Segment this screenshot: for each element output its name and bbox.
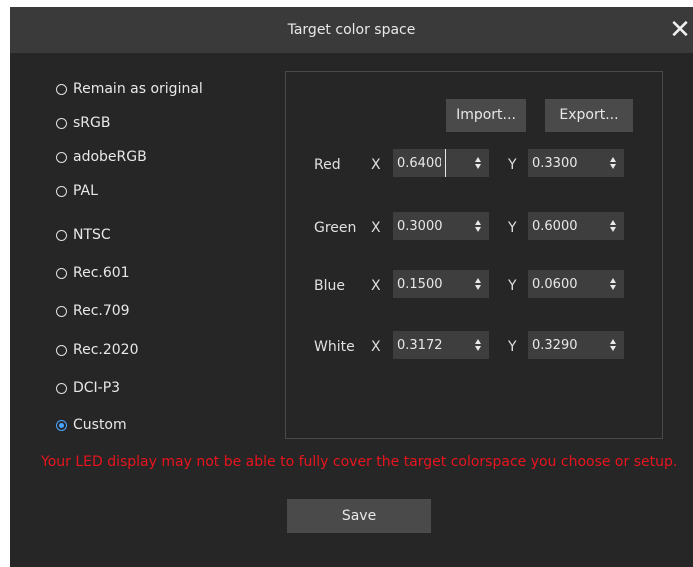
blue-x-input[interactable] [393,270,463,298]
radio-icon [56,117,67,129]
axis-label-x: X [371,339,381,355]
axis-label-x: X [371,278,381,294]
option-pal[interactable]: PAL [56,179,98,203]
white-y-spinbox[interactable] [528,331,624,359]
option-label: Rec.709 [73,303,130,319]
option-remain-as-original[interactable]: Remain as original [56,77,203,101]
red-y-input[interactable] [528,149,598,177]
red-x-input[interactable] [393,149,446,177]
blue-y-input[interactable] [528,270,598,298]
green-y-input[interactable] [528,212,598,240]
radio-icon [56,83,67,95]
radio-icon [56,305,67,317]
radio-icon [56,382,67,394]
axis-label-y: Y [508,157,517,173]
option-adobergb[interactable]: adobeRGB [56,145,147,169]
dialog-title: Target color space [287,22,416,38]
option-label: PAL [73,183,98,199]
title-bar: Target color space ✕ [10,7,693,53]
row-label-blue: Blue [314,278,345,294]
spin-arrows-icon[interactable] [467,331,489,359]
spin-arrows-icon[interactable] [467,212,489,240]
blue-y-spinbox[interactable] [528,270,624,298]
coverage-warning: Your LED display may not be able to full… [41,454,678,470]
option-label: DCI-P3 [73,380,121,396]
axis-label-y: Y [508,278,517,294]
option-label: adobeRGB [73,149,147,165]
row-label-red: Red [314,157,341,173]
white-x-input[interactable] [393,331,463,359]
radio-icon [56,344,67,356]
export-button[interactable]: Export... [545,99,633,132]
option-label: NTSC [73,227,111,243]
option-label: sRGB [73,115,111,131]
save-button[interactable]: Save [287,499,431,533]
spin-arrows-icon[interactable] [467,270,489,298]
close-icon[interactable]: ✕ [667,15,693,45]
axis-label-x: X [371,157,381,173]
option-rec601[interactable]: Rec.601 [56,261,130,285]
spin-arrows-icon[interactable] [602,331,624,359]
option-dci-p3[interactable]: DCI-P3 [56,376,120,400]
spin-arrows-icon[interactable] [602,212,624,240]
white-y-input[interactable] [528,331,598,359]
row-label-white: White [314,339,355,355]
spin-arrows-icon[interactable] [602,270,624,298]
green-y-spinbox[interactable] [528,212,624,240]
option-rec2020[interactable]: Rec.2020 [56,338,139,362]
option-custom[interactable]: Custom [56,413,127,437]
option-rec709[interactable]: Rec.709 [56,299,130,323]
import-button[interactable]: Import... [446,99,526,132]
option-label: Rec.601 [73,265,130,281]
option-ntsc[interactable]: NTSC [56,223,111,247]
radio-icon [56,185,67,197]
radio-icon [56,267,67,279]
custom-primaries-panel: Import... Export... Red X Y Green X Y Bl… [285,71,663,439]
radio-selected-icon [56,419,67,431]
axis-label-x: X [371,220,381,236]
white-x-spinbox[interactable] [393,331,489,359]
axis-label-y: Y [508,220,517,236]
option-label: Remain as original [73,81,203,97]
green-x-input[interactable] [393,212,463,240]
option-srgb[interactable]: sRGB [56,111,110,135]
option-label: Rec.2020 [73,342,139,358]
spin-arrows-icon[interactable] [602,149,624,177]
radio-icon [56,151,67,163]
red-x-spinbox[interactable] [393,149,489,177]
blue-x-spinbox[interactable] [393,270,489,298]
option-label: Custom [73,417,127,433]
green-x-spinbox[interactable] [393,212,489,240]
radio-icon [56,229,67,241]
spin-arrows-icon[interactable] [467,149,489,177]
axis-label-y: Y [508,339,517,355]
target-color-space-dialog: Target color space ✕ Remain as original … [10,7,693,567]
red-y-spinbox[interactable] [528,149,624,177]
row-label-green: Green [314,220,357,236]
